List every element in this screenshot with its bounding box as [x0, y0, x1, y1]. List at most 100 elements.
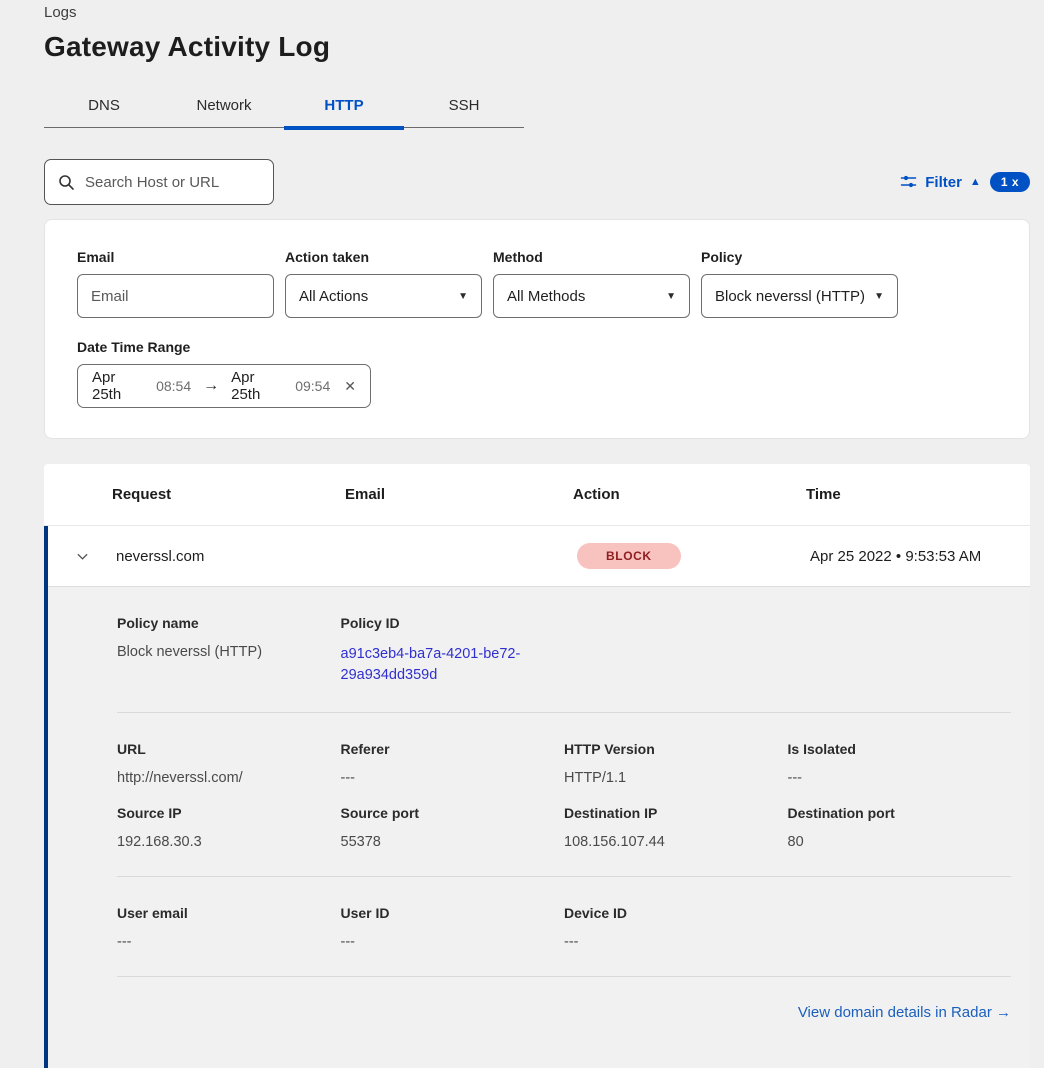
policy-select[interactable]: Block neverssl (HTTP) ▼ [701, 274, 898, 318]
policy-name-label: Policy name [117, 615, 341, 631]
user-id-label: User ID [341, 905, 565, 921]
search-input[interactable] [85, 174, 260, 191]
email-filter-field: Email [77, 249, 274, 318]
source-port-label: Source port [341, 805, 565, 821]
source-ip-field: Source IP 192.168.30.3 [117, 805, 341, 850]
block-status-badge: BLOCK [577, 543, 681, 569]
request-details-section: URL http://neverssl.com/ Referer --- HTT… [117, 712, 1011, 876]
device-id-label: Device ID [564, 905, 788, 921]
destination-ip-field: Destination IP 108.156.107.44 [564, 805, 788, 850]
search-box[interactable] [44, 159, 274, 205]
url-value: http://neverssl.com/ [117, 770, 341, 786]
device-id-field: Device ID --- [564, 905, 788, 950]
url-label: URL [117, 741, 341, 757]
method-value: All Methods [507, 288, 585, 305]
method-field: Method All Methods ▼ [493, 249, 690, 318]
caret-down-icon: ▼ [874, 291, 884, 302]
chevron-down-icon [75, 549, 90, 564]
destination-ip-label: Destination IP [564, 805, 788, 821]
http-version-label: HTTP Version [564, 741, 788, 757]
activity-log-table: Request Email Action Time neverssl.com B… [44, 464, 1030, 1068]
tab-network[interactable]: Network [164, 87, 284, 127]
breadcrumb[interactable]: Logs [44, 4, 1030, 21]
action-taken-select[interactable]: All Actions ▼ [285, 274, 482, 318]
date-range-label: Date Time Range [77, 339, 997, 355]
source-ip-label: Source IP [117, 805, 341, 821]
policy-name-field: Policy name Block neverssl (HTTP) [117, 615, 341, 686]
filter-panel: Email Action taken All Actions ▼ Method … [44, 219, 1030, 439]
destination-ip-value: 108.156.107.44 [564, 834, 788, 850]
action-taken-value: All Actions [299, 288, 368, 305]
filter-sliders-icon [900, 174, 917, 190]
destination-port-label: Destination port [788, 805, 1012, 821]
policy-label: Policy [701, 249, 898, 265]
action-taken-label: Action taken [285, 249, 482, 265]
referer-value: --- [341, 770, 565, 786]
policy-name-value: Block neverssl (HTTP) [117, 644, 341, 660]
filter-toggle-button[interactable]: Filter ▲ [900, 174, 981, 191]
source-port-value: 55378 [341, 834, 565, 850]
tab-dns[interactable]: DNS [44, 87, 164, 127]
radar-link-row: View domain details in Radar → [117, 976, 1011, 1052]
user-email-field: User email --- [117, 905, 341, 950]
caret-down-icon: ▼ [458, 291, 468, 302]
is-isolated-value: --- [788, 770, 1012, 786]
end-time: 09:54 [295, 378, 330, 394]
destination-port-value: 80 [788, 834, 1012, 850]
search-icon [58, 174, 75, 191]
referer-label: Referer [341, 741, 565, 757]
is-isolated-label: Is Isolated [788, 741, 1012, 757]
column-header-email: Email [345, 486, 573, 503]
source-ip-value: 192.168.30.3 [117, 834, 341, 850]
filter-button-label: Filter [925, 174, 962, 191]
time-cell: Apr 25 2022 • 9:53:53 AM [810, 548, 1030, 565]
policy-field: Policy Block neverssl (HTTP) ▼ [701, 249, 898, 318]
column-header-time: Time [806, 486, 1030, 503]
tab-ssh[interactable]: SSH [404, 87, 524, 127]
column-header-request: Request [112, 486, 345, 503]
caret-down-icon: ▼ [666, 291, 676, 302]
toolbar: Filter ▲ 1 x [44, 159, 1030, 205]
policy-id-link[interactable]: a91c3eb4-ba7a-4201-be72-29a934dd359d [341, 644, 533, 686]
start-date: Apr 25th [92, 369, 144, 403]
log-type-tabs: DNS Network HTTP SSH [44, 87, 524, 128]
policy-id-label: Policy ID [341, 615, 565, 631]
policy-section: Policy name Block neverssl (HTTP) Policy… [117, 587, 1011, 712]
filter-count-badge[interactable]: 1 x [990, 172, 1030, 192]
caret-up-icon: ▲ [970, 177, 981, 188]
view-radar-link[interactable]: View domain details in Radar → [798, 1004, 1011, 1021]
arrow-right-icon: → [203, 377, 219, 395]
clear-date-range-icon[interactable]: ✕ [344, 378, 356, 395]
expand-row-button[interactable] [48, 549, 116, 564]
destination-port-field: Destination port 80 [788, 805, 1012, 850]
user-details-section: User email --- User ID --- Device ID --- [117, 876, 1011, 976]
tab-http[interactable]: HTTP [284, 87, 404, 127]
user-id-field: User ID --- [341, 905, 565, 950]
referer-field: Referer --- [341, 741, 565, 786]
url-field: URL http://neverssl.com/ [117, 741, 341, 786]
date-range-picker[interactable]: Apr 25th 08:54 → Apr 25th 09:54 ✕ [77, 364, 371, 408]
user-id-value: --- [341, 934, 565, 950]
action-cell: BLOCK [577, 543, 810, 569]
method-select[interactable]: All Methods ▼ [493, 274, 690, 318]
column-header-action: Action [573, 486, 806, 503]
is-isolated-field: Is Isolated --- [788, 741, 1012, 786]
email-filter-label: Email [77, 249, 274, 265]
end-date: Apr 25th [231, 369, 283, 403]
user-email-value: --- [117, 934, 341, 950]
device-id-value: --- [564, 934, 788, 950]
action-taken-field: Action taken All Actions ▼ [285, 249, 482, 318]
method-label: Method [493, 249, 690, 265]
table-row[interactable]: neverssl.com BLOCK Apr 25 2022 • 9:53:53… [48, 526, 1030, 586]
expanded-row-details: Policy name Block neverssl (HTTP) Policy… [48, 586, 1030, 1068]
email-filter-input[interactable] [77, 274, 274, 318]
policy-id-field: Policy ID a91c3eb4-ba7a-4201-be72-29a934… [341, 615, 565, 686]
http-version-value: HTTP/1.1 [564, 770, 788, 786]
table-header-row: Request Email Action Time [44, 464, 1030, 526]
http-version-field: HTTP Version HTTP/1.1 [564, 741, 788, 786]
page-title: Gateway Activity Log [44, 31, 1030, 63]
request-cell: neverssl.com [116, 548, 349, 565]
source-port-field: Source port 55378 [341, 805, 565, 850]
policy-value: Block neverssl (HTTP) [715, 288, 865, 305]
start-time: 08:54 [156, 378, 191, 394]
